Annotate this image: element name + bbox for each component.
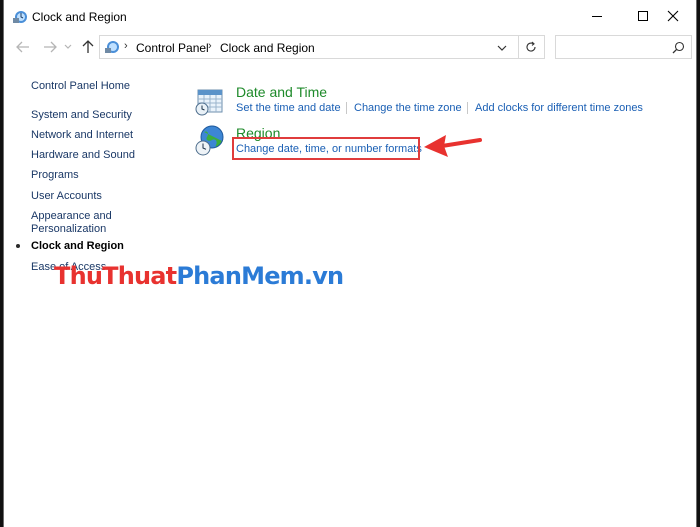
control-panel-icon	[105, 41, 119, 53]
arrow-left-icon	[16, 41, 29, 53]
minimize-icon	[592, 15, 602, 17]
watermark-part2: PhanMem	[176, 262, 304, 290]
navigation-bar: › Control Panel › Clock and Region	[4, 32, 696, 62]
sidebar-item-control-panel-home[interactable]: Control Panel Home	[31, 80, 130, 93]
watermark-part3: .vn	[303, 262, 344, 290]
sidebar-item-user-accounts[interactable]: User Accounts	[31, 190, 102, 203]
task-link-change-time-zone[interactable]: Change the time zone	[354, 102, 462, 114]
minimize-button[interactable]	[574, 0, 620, 32]
clock-and-region-window: Clock and Region › Control Panel › Clock…	[3, 0, 697, 527]
sidebar: Control Panel Home System and Security N…	[4, 62, 184, 527]
close-icon	[667, 10, 679, 22]
maximize-icon	[638, 11, 648, 21]
address-bar[interactable]: › Control Panel › Clock and Region	[99, 35, 519, 59]
highlight-box	[232, 137, 420, 160]
current-item-bullet	[16, 244, 20, 248]
breadcrumb-separator[interactable]: ›	[208, 40, 212, 52]
breadcrumb-control-panel[interactable]: Control Panel	[136, 41, 209, 55]
up-button[interactable]	[79, 38, 97, 56]
globe-clock-icon[interactable]	[194, 125, 226, 157]
watermark-logo: ThuThuatPhanMem.vn	[54, 262, 344, 290]
back-button[interactable]	[14, 38, 32, 56]
sidebar-item-system-and-security[interactable]: System and Security	[31, 109, 132, 122]
sidebar-item-clock-and-region: Clock and Region	[31, 240, 124, 252]
pointer-arrow-icon	[424, 135, 482, 157]
chevron-down-icon[interactable]	[496, 42, 508, 54]
close-button[interactable]	[650, 0, 696, 32]
sidebar-item-programs[interactable]: Programs	[31, 169, 79, 182]
task-separator	[467, 102, 468, 114]
title-bar: Clock and Region	[4, 0, 696, 32]
search-input[interactable]	[555, 35, 692, 59]
window-title: Clock and Region	[32, 10, 127, 24]
sidebar-item-hardware-and-sound[interactable]: Hardware and Sound	[31, 149, 135, 162]
task-link-set-time-and-date[interactable]: Set the time and date	[236, 102, 341, 114]
task-separator	[346, 102, 347, 114]
control-panel-icon	[13, 11, 27, 23]
watermark-part1: ThuThuat	[54, 262, 177, 290]
recent-locations-button[interactable]	[63, 38, 73, 56]
breadcrumb-separator[interactable]: ›	[124, 40, 128, 52]
sidebar-item-network-and-internet[interactable]: Network and Internet	[31, 129, 133, 142]
refresh-button[interactable]	[517, 35, 545, 59]
category-date-and-time: Date and Time Set the time and date Chan…	[194, 84, 674, 118]
refresh-icon	[525, 41, 536, 52]
forward-button[interactable]	[41, 38, 59, 56]
category-title-date-and-time[interactable]: Date and Time	[236, 84, 327, 100]
sidebar-item-appearance-and-personalization-line2[interactable]: Personalization	[31, 223, 106, 236]
calendar-clock-icon[interactable]	[194, 84, 226, 116]
sidebar-item-appearance-and-personalization[interactable]: Appearance and	[31, 210, 112, 223]
arrow-up-icon	[82, 40, 94, 53]
arrow-right-icon	[44, 41, 57, 53]
task-link-add-clocks[interactable]: Add clocks for different time zones	[475, 102, 643, 114]
breadcrumb-clock-and-region[interactable]: Clock and Region	[220, 41, 315, 55]
chevron-down-icon	[64, 44, 72, 49]
search-icon[interactable]	[672, 41, 685, 54]
